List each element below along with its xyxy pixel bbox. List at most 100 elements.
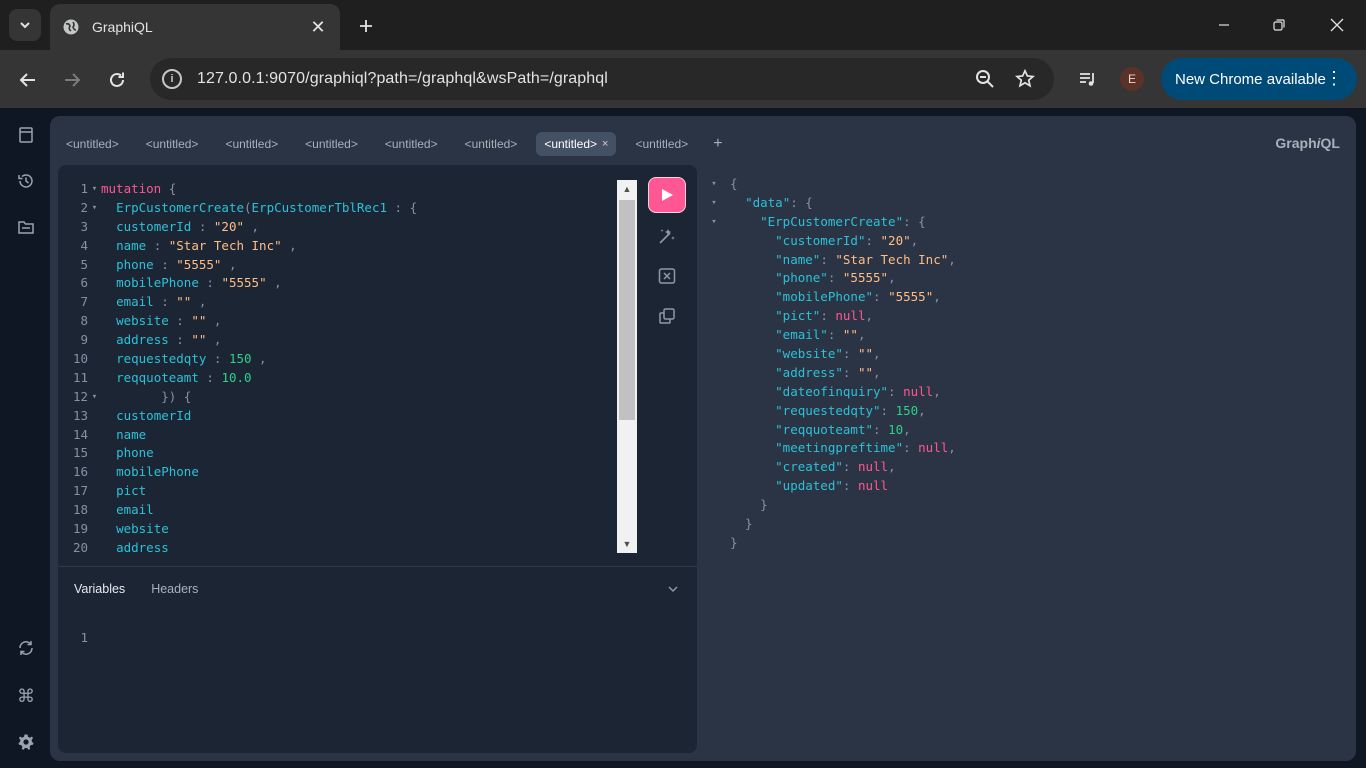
url-text[interactable]: 127.0.0.1:9070/graphiql?path=/graphql&ws… xyxy=(197,70,608,88)
update-chrome-button[interactable]: New Chrome available ⋮ xyxy=(1161,58,1357,100)
fold-toggle[interactable]: ▾ xyxy=(88,199,101,218)
shortcut-icon[interactable]: ⌘ xyxy=(15,685,37,707)
query-editor[interactable]: 1 ▾ mutation {2 ▾ ErpCustomerCreate(ErpCust… xyxy=(58,180,618,558)
fold-toggle[interactable] xyxy=(88,539,101,558)
query-editor-panel: 1 ▾ mutation {2 ▾ ErpCustomerCreate(ErpCust… xyxy=(58,165,697,753)
result-viewer[interactable]: ▾{▾ "data": {▾ "ErpCustomerCreate": { "c… xyxy=(708,175,1348,755)
fold-toggle[interactable] xyxy=(708,515,720,534)
chevron-down-icon[interactable] xyxy=(667,582,679,600)
query-tab[interactable]: <untitled> xyxy=(457,132,526,156)
fold-toggle[interactable] xyxy=(708,251,720,270)
fold-toggle[interactable] xyxy=(708,534,720,553)
forward-button[interactable] xyxy=(56,64,88,96)
settings-icon[interactable] xyxy=(15,731,37,753)
variables-divider[interactable] xyxy=(58,566,697,567)
bookmark-star-icon[interactable] xyxy=(1014,68,1036,90)
scroll-thumb[interactable] xyxy=(619,200,635,420)
code-line: 11 reqquoteamt : 10.0 xyxy=(58,369,618,388)
query-tab[interactable]: <untitled> × xyxy=(536,132,617,156)
scroll-down-arrow[interactable]: ▼ xyxy=(617,535,637,553)
merge-icon[interactable] xyxy=(656,265,678,287)
add-tab-button[interactable]: + xyxy=(713,135,722,153)
explorer-icon[interactable] xyxy=(15,216,37,238)
fold-toggle[interactable] xyxy=(88,256,101,275)
query-tab[interactable]: <untitled> xyxy=(377,132,446,156)
query-tab[interactable]: <untitled> xyxy=(217,132,286,156)
restore-button[interactable] xyxy=(1259,10,1299,40)
back-button[interactable] xyxy=(12,64,44,96)
query-tab[interactable]: <untitled> xyxy=(58,132,127,156)
new-tab-button[interactable] xyxy=(352,12,380,40)
scroll-up-arrow[interactable]: ▲ xyxy=(617,180,637,198)
profile-avatar[interactable]: E xyxy=(1120,67,1144,91)
history-icon[interactable] xyxy=(15,170,37,192)
site-info-icon[interactable]: i xyxy=(162,69,182,89)
copy-icon[interactable] xyxy=(656,305,678,327)
fold-toggle[interactable] xyxy=(708,345,720,364)
fold-toggle[interactable] xyxy=(708,269,720,288)
fold-toggle[interactable] xyxy=(708,402,720,421)
code-token: "" xyxy=(191,313,207,329)
execute-query-button[interactable] xyxy=(648,177,686,213)
fold-toggle[interactable] xyxy=(708,364,720,383)
query-tab[interactable]: <untitled> xyxy=(297,132,366,156)
fold-toggle[interactable] xyxy=(708,477,720,496)
fold-toggle[interactable] xyxy=(88,407,101,426)
fold-toggle[interactable]: ▾ xyxy=(88,388,101,407)
variables-editor[interactable]: 1 xyxy=(58,630,88,645)
more-vertical-icon[interactable]: ⋮ xyxy=(1325,69,1343,87)
fold-toggle[interactable] xyxy=(88,331,101,350)
reload-button[interactable] xyxy=(101,64,133,96)
fold-toggle[interactable] xyxy=(88,293,101,312)
fold-toggle[interactable] xyxy=(708,496,720,515)
query-tab[interactable]: <untitled> xyxy=(138,132,207,156)
fold-toggle[interactable] xyxy=(88,237,101,256)
prettify-icon[interactable] xyxy=(656,225,678,247)
close-window-button[interactable] xyxy=(1317,10,1357,40)
fold-toggle[interactable] xyxy=(708,421,720,440)
fold-toggle[interactable]: ▾ xyxy=(708,194,720,213)
docs-icon[interactable] xyxy=(15,124,37,146)
fold-toggle[interactable]: ▾ xyxy=(708,175,720,194)
zoom-icon[interactable] xyxy=(974,68,996,90)
fold-toggle[interactable] xyxy=(88,463,101,482)
fold-toggle[interactable] xyxy=(88,350,101,369)
close-tab-icon[interactable]: × xyxy=(602,138,608,150)
query-tab[interactable]: <untitled> xyxy=(627,132,696,156)
refetch-icon[interactable] xyxy=(15,637,37,659)
fold-toggle[interactable]: ▾ xyxy=(708,213,720,232)
fold-toggle[interactable] xyxy=(708,232,720,251)
fold-toggle[interactable] xyxy=(708,458,720,477)
code-token: }) { xyxy=(101,388,192,404)
fold-toggle[interactable] xyxy=(88,426,101,445)
editor-scrollbar[interactable]: ▲ ▼ xyxy=(617,180,637,553)
fold-toggle[interactable] xyxy=(88,501,101,520)
line-number: 8 xyxy=(80,313,88,329)
code-token: , xyxy=(191,294,207,310)
fold-toggle[interactable] xyxy=(88,369,101,388)
address-bar[interactable]: i 127.0.0.1:9070/graphiql?path=/graphql&… xyxy=(150,58,1054,100)
tab-headers[interactable]: Headers xyxy=(151,582,198,596)
fold-toggle[interactable] xyxy=(708,326,720,345)
browser-tab[interactable]: GraphiQL ✕ xyxy=(50,4,340,50)
minimize-button[interactable] xyxy=(1204,10,1244,40)
fold-toggle[interactable] xyxy=(88,218,101,237)
fold-toggle[interactable] xyxy=(88,520,101,539)
fold-toggle[interactable]: ▾ xyxy=(88,180,101,199)
fold-toggle[interactable] xyxy=(708,288,720,307)
close-tab-icon[interactable]: ✕ xyxy=(308,17,328,38)
tab-variables[interactable]: Variables xyxy=(74,582,125,596)
fold-toggle[interactable] xyxy=(88,482,101,501)
fold-toggle[interactable] xyxy=(708,307,720,326)
result-token: , xyxy=(888,459,896,475)
minimize-icon xyxy=(1219,24,1229,26)
fold-toggle[interactable] xyxy=(708,383,720,402)
fold-toggle[interactable] xyxy=(88,274,101,293)
result-token: : { xyxy=(903,213,926,229)
media-controls-icon[interactable] xyxy=(1077,68,1099,90)
fold-toggle[interactable] xyxy=(708,439,720,458)
tab-search-button[interactable] xyxy=(9,9,41,41)
fold-toggle[interactable] xyxy=(88,444,101,463)
fold-toggle[interactable] xyxy=(88,312,101,331)
